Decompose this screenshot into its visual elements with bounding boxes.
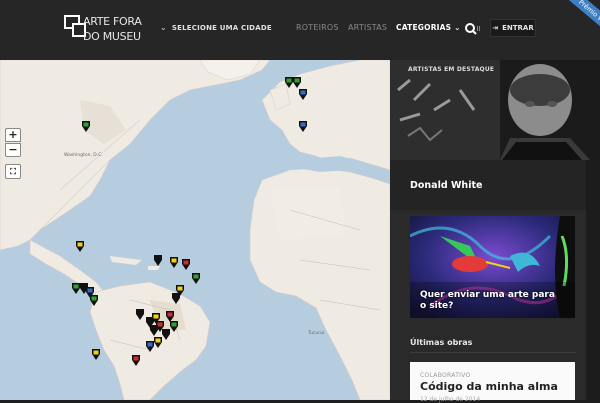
map-pin-icon[interactable]: [298, 88, 308, 100]
zoom-out-button[interactable]: −: [5, 143, 21, 157]
search-icon: [465, 23, 480, 35]
nav-categorias[interactable]: CATEGORIAS ⌄: [396, 23, 461, 32]
site-logo[interactable]: ARTE FORA DO MUSEU: [64, 14, 142, 50]
nav-roteiros[interactable]: ROTEIROS: [296, 23, 339, 32]
map-pin-icon[interactable]: [171, 292, 181, 304]
nav-categorias-label: CATEGORIAS: [396, 23, 452, 32]
chevron-down-icon: ⌄: [454, 23, 461, 32]
logo-mark-icon: [64, 15, 86, 37]
work-category: COLABORATIVO: [420, 372, 471, 379]
divider: [410, 352, 576, 353]
login-button[interactable]: ⇥ ENTRAR: [490, 19, 536, 37]
svg-text:Washington, D.C.: Washington, D.C.: [64, 152, 103, 158]
world-map[interactable]: Washington, D.C. Tucuruí + − ⛶: [0, 60, 390, 400]
map-pin-icon[interactable]: [149, 324, 159, 336]
artist-photo[interactable]: [390, 60, 600, 160]
nav-artistas[interactable]: ARTISTAS: [348, 23, 387, 32]
map-pin-icon[interactable]: [298, 120, 308, 132]
map-pin-icon[interactable]: [145, 340, 155, 352]
map-pin-icon[interactable]: [131, 354, 141, 366]
map-pin-icon[interactable]: [75, 240, 85, 252]
fullscreen-icon: ⛶: [10, 167, 16, 176]
login-icon: ⇥: [492, 24, 499, 32]
map-pin-icon[interactable]: [91, 348, 101, 360]
zoom-in-button[interactable]: +: [5, 128, 21, 142]
map-pin-icon[interactable]: [191, 272, 201, 284]
city-select[interactable]: ⌄ SELECIONE UMA CIDADE: [160, 23, 272, 32]
map-pin-icon[interactable]: [181, 258, 191, 270]
artist-name[interactable]: Donald White: [410, 180, 482, 191]
map-pin-icon[interactable]: [292, 76, 302, 88]
map-label-tucurui: Tucuruí: [307, 329, 325, 336]
login-label: ENTRAR: [502, 24, 534, 32]
logo-line-2: DO MUSEU: [83, 30, 141, 43]
latest-works-title: Últimas obras: [410, 338, 473, 347]
fullscreen-button[interactable]: ⛶: [5, 164, 21, 179]
header: ARTE FORA DO MUSEU ⌄ SELECIONE UMA CIDAD…: [0, 0, 600, 60]
sidebar-scrollbar[interactable]: [586, 160, 600, 400]
search-button[interactable]: [464, 21, 482, 35]
map-pin-icon[interactable]: [169, 256, 179, 268]
artist-photo-image: [390, 60, 600, 160]
logo-line-1: ARTE FORA: [83, 15, 142, 28]
map-pin-icon[interactable]: [89, 294, 99, 306]
work-title[interactable]: Código da minha alma: [420, 380, 558, 393]
chevron-down-icon: ⌄: [160, 23, 167, 32]
featured-artists-label: ARTISTAS EM DESTAQUE: [408, 66, 495, 73]
city-select-label: SELECIONE UMA CIDADE: [171, 23, 272, 32]
logo-text: ARTE FORA DO MUSEU: [83, 14, 143, 44]
map-tiles: Washington, D.C. Tucuruí: [0, 60, 390, 400]
map-pin-icon[interactable]: [135, 308, 145, 320]
map-pin-icon[interactable]: [81, 120, 91, 132]
map-pin-icon[interactable]: [153, 254, 163, 266]
promo-text[interactable]: Quer enviar uma arte para o site?: [420, 290, 560, 312]
